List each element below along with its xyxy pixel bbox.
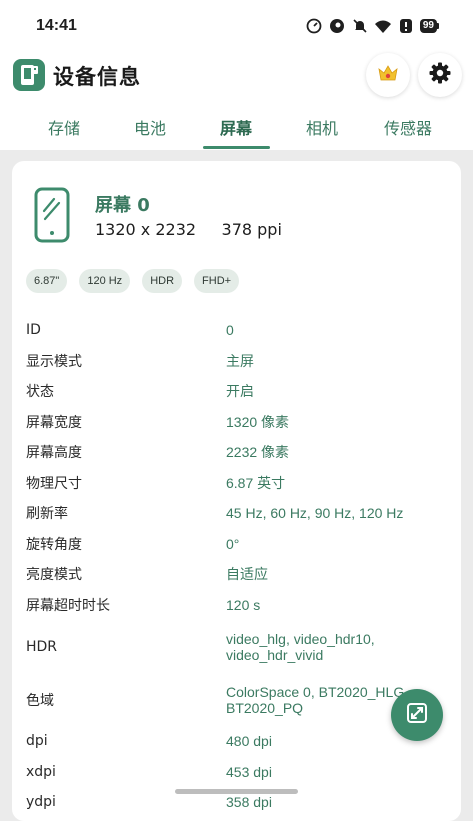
property-key: 显示模式 [26, 353, 82, 370]
fullscreen-button[interactable] [391, 689, 443, 741]
property-row: 屏幕超时时长 120 s [26, 590, 446, 621]
property-value: 2232 像素 [226, 444, 290, 461]
battery-indicator: 99 [419, 19, 439, 33]
tab-sensors[interactable]: 传感器 [384, 115, 432, 139]
screen-summary: 1320 x 2232 378 ppi [95, 220, 282, 239]
status-icons: 99 [305, 17, 439, 35]
chip-hdr: HDR [142, 269, 183, 293]
property-row: 物理尺寸 6.87 英寸 [26, 468, 446, 499]
property-value: video_hlg, video_hdr10, video_hdr_vivid [226, 630, 375, 663]
property-value: 自适应 [226, 566, 268, 583]
property-row: 旋转角度 0° [26, 529, 446, 560]
property-value: 开启 [226, 383, 254, 400]
property-value: 120 s [226, 596, 261, 613]
property-row: xdpi 453 dpi [26, 757, 446, 788]
property-key: 刷新率 [26, 506, 68, 523]
property-key: HDR [26, 638, 58, 655]
tab-screen[interactable]: 屏幕 [220, 115, 252, 139]
home-indicator[interactable] [175, 789, 298, 794]
property-key: 屏幕高度 [26, 445, 82, 462]
property-value: 0° [226, 535, 240, 552]
property-row: 状态 开启 [26, 376, 446, 407]
property-key: 物理尺寸 [26, 475, 82, 492]
property-value: 主屏 [226, 352, 254, 369]
chip-refresh: 120 Hz [79, 269, 131, 293]
property-key: 亮度模式 [26, 567, 82, 584]
app-icon [328, 17, 346, 35]
property-list: ID 0 显示模式 主屏 状态 开启 屏幕宽度 1320 像素 屏幕高度 2232 像素 … [26, 315, 446, 818]
property-value: 358 dpi [226, 794, 272, 811]
property-value: 45 Hz, 60 Hz, 90 Hz, 120 Hz [226, 505, 404, 522]
mute-icon [351, 17, 369, 35]
screen-name: 屏幕 0 [95, 195, 150, 216]
property-key: dpi [26, 733, 48, 750]
property-key: 色域 [26, 692, 54, 709]
app-bar: 14:41 99 设备信息 存储 电池 屏幕 相机 传感器 [0, 0, 473, 150]
speed-icon [305, 17, 323, 35]
phone-icon [34, 187, 70, 247]
settings-button[interactable] [418, 53, 462, 97]
tab-storage[interactable]: 存储 [48, 115, 80, 139]
property-key: 状态 [26, 384, 54, 401]
property-key: 屏幕超时时长 [26, 597, 110, 614]
status-time: 14:41 [36, 17, 77, 34]
property-key: xdpi [26, 763, 56, 780]
property-key: ydpi [26, 794, 56, 811]
gear-icon [428, 61, 452, 89]
resolution: 1320 x 2232 [95, 220, 197, 239]
tab-camera[interactable]: 相机 [306, 115, 338, 139]
property-key: ID [26, 322, 41, 339]
spec-chips: 6.87" 120 Hz HDR FHD+ [26, 269, 240, 293]
property-row: 显示模式 主屏 [26, 346, 446, 377]
battery-level: 99 [419, 19, 437, 33]
property-row: 亮度模式 自适应 [26, 559, 446, 590]
property-key: 屏幕宽度 [26, 414, 82, 431]
status-bar: 14:41 99 [0, 0, 473, 52]
property-value: 453 dpi [226, 763, 272, 780]
property-row: 屏幕高度 2232 像素 [26, 437, 446, 468]
page-title: 设备信息 [53, 65, 141, 89]
property-value: 1320 像素 [226, 413, 290, 430]
premium-button[interactable] [366, 53, 410, 97]
app-logo-icon [13, 59, 45, 91]
crown-icon [376, 61, 400, 89]
property-row: 屏幕宽度 1320 像素 [26, 407, 446, 438]
ppi: 378 ppi [221, 220, 282, 239]
expand-icon [405, 701, 429, 729]
chip-size: 6.87" [26, 269, 68, 293]
property-row: ID 0 [26, 315, 446, 346]
tab-bar: 存储 电池 屏幕 相机 传感器 [0, 105, 473, 149]
property-row: dpi 480 dpi [26, 726, 446, 757]
property-row: HDR video_hlg, video_hdr10, video_hdr_viv… [26, 620, 446, 673]
property-row: 刷新率 45 Hz, 60 Hz, 90 Hz, 120 Hz [26, 498, 446, 529]
property-value: 6.87 英寸 [226, 474, 286, 491]
chip-resolution-class: FHD+ [194, 269, 240, 293]
property-value: 0 [226, 322, 234, 339]
battery-cap [437, 23, 439, 29]
wifi-icon [374, 17, 392, 35]
tab-indicator [203, 146, 270, 149]
alert-icon [397, 17, 415, 35]
property-key: 旋转角度 [26, 536, 82, 553]
tab-battery[interactable]: 电池 [134, 115, 166, 139]
property-row: 色域 ColorSpace 0, BT2020_HLG, BT2020_PQ [26, 673, 446, 726]
